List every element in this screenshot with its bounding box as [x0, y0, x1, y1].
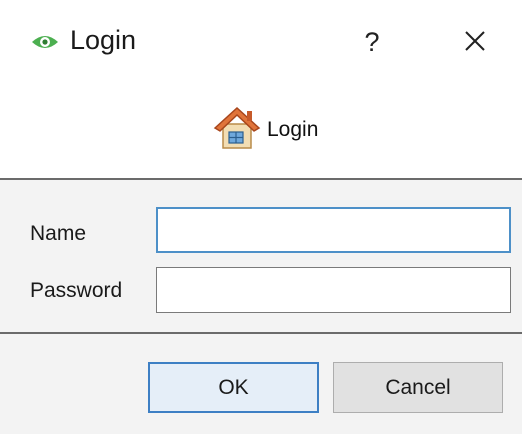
cancel-button[interactable]: Cancel — [333, 362, 503, 413]
password-field[interactable] — [156, 267, 511, 313]
ok-button[interactable]: OK — [148, 362, 319, 413]
help-button[interactable]: ? — [352, 22, 392, 62]
title-bar: Login ? — [0, 0, 522, 92]
window-title: Login — [70, 25, 137, 55]
house-icon — [212, 104, 262, 152]
login-form: Name Password — [0, 180, 522, 332]
eye-icon — [30, 30, 60, 54]
button-bar: OK Cancel — [0, 334, 522, 434]
name-field[interactable] — [156, 207, 511, 253]
password-label: Password — [30, 279, 123, 302]
close-icon — [458, 31, 492, 62]
dialog-header: Login — [0, 92, 522, 178]
name-label: Name — [30, 222, 87, 245]
close-button[interactable] — [458, 24, 492, 58]
login-dialog: Login ? Login Name Password OK Cancel — [0, 0, 522, 434]
header-title: Login — [267, 118, 319, 141]
